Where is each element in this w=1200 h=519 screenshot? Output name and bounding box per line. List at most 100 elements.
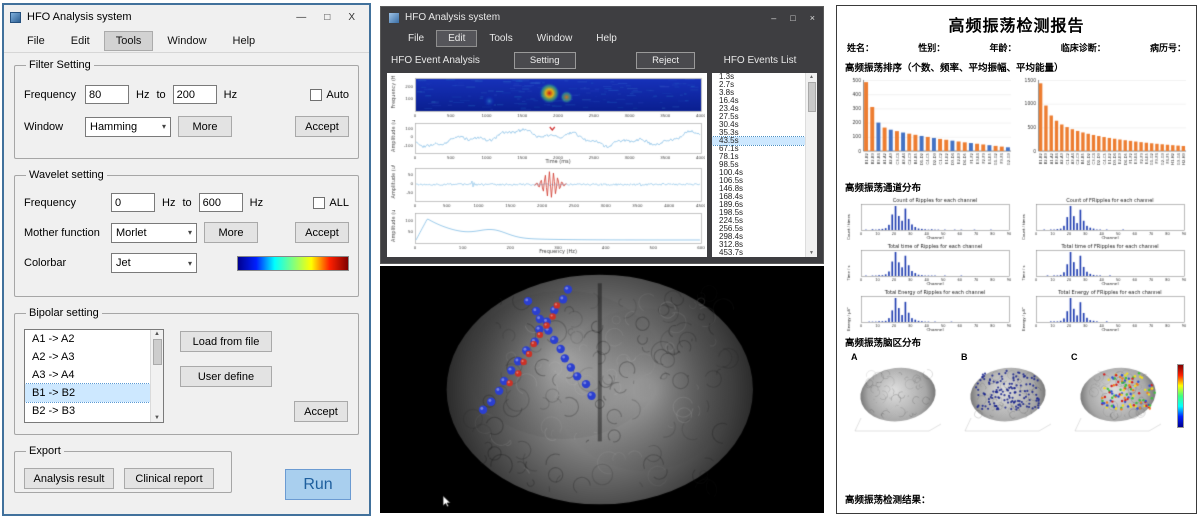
spectrogram-plot: [389, 75, 705, 120]
export-group: Export Analysis result Clinical report: [14, 445, 232, 493]
load-from-file-button[interactable]: Load from file: [180, 331, 272, 352]
viewer-body: 1.3s2.7s3.8s16.4s23.4s27.5s30.4s35.3s43.…: [381, 72, 823, 263]
settings-body: Filter Setting Frequency Hz to Hz Auto W…: [4, 53, 369, 514]
menu-item-window[interactable]: Window: [156, 32, 217, 50]
window-function-value: Hamming: [90, 121, 137, 133]
filter-freq-to-input[interactable]: [173, 85, 217, 104]
hz-label: Hz: [162, 197, 175, 209]
window-function-label: Window: [24, 121, 78, 133]
menu-item-tools[interactable]: Tools: [105, 32, 153, 50]
scrollbar-thumb[interactable]: [153, 339, 162, 365]
wavelet-frequency-label: Frequency: [24, 197, 104, 209]
window-function-dropdown[interactable]: Hamming ▾: [85, 117, 171, 137]
hfo-event-item[interactable]: 453.7s: [712, 249, 805, 257]
events-scrollbar[interactable]: ▲ ▼: [805, 73, 817, 257]
viewer-close-button[interactable]: ×: [810, 13, 815, 23]
bipolar-channel-option[interactable]: B1 -> B2: [25, 384, 150, 402]
viewer-menu-item-file[interactable]: File: [397, 31, 435, 46]
report-title: 高频振荡检测报告: [845, 12, 1188, 36]
viewer-menu-item-window[interactable]: Window: [526, 31, 584, 46]
wavelet-accept-button[interactable]: Accept: [295, 222, 349, 243]
filter-more-button[interactable]: More: [178, 116, 232, 137]
fripple-energy-histogram: [1020, 288, 1188, 332]
frequency-spectrum-plot: [389, 210, 705, 255]
fripple-time-histogram: [1020, 242, 1188, 286]
scroll-down-icon[interactable]: ▼: [809, 250, 814, 256]
user-define-button[interactable]: User define: [180, 366, 272, 387]
fripple-count-histogram: [1020, 196, 1188, 240]
section-ranking-title: 高频振荡排序（个数、频率、平均振幅、平均能量）: [845, 60, 1188, 74]
reject-button[interactable]: Reject: [636, 52, 695, 69]
filter-freq-from-input[interactable]: [85, 85, 129, 104]
bipolar-channel-option[interactable]: B2 -> B3: [25, 402, 150, 420]
checkbox-box-icon: [313, 197, 325, 209]
to-label: to: [182, 197, 191, 209]
scroll-down-icon[interactable]: ▼: [154, 415, 160, 421]
brain-3d-view[interactable]: [380, 266, 824, 513]
maximize-button[interactable]: □: [316, 11, 338, 24]
clinical-report-button[interactable]: Clinical report: [124, 468, 214, 489]
bipolar-setting-label: Bipolar setting: [26, 307, 102, 319]
analysis-result-button[interactable]: Analysis result: [24, 468, 114, 489]
bipolar-channel-option[interactable]: A2 -> A3: [25, 348, 150, 366]
brain-region-c: C: [1067, 352, 1169, 436]
bipolar-setting-group: Bipolar setting A1 -> A2A2 -> A3A3 -> A4…: [14, 307, 359, 435]
run-button[interactable]: Run: [285, 469, 351, 500]
mother-function-dropdown[interactable]: Morlet ▾: [111, 223, 197, 243]
events-list-panel: 1.3s2.7s3.8s16.4s23.4s27.5s30.4s35.3s43.…: [712, 73, 817, 257]
menu-item-file[interactable]: File: [16, 32, 56, 50]
bipolar-channel-list[interactable]: A1 -> A2A2 -> A3A3 -> A4B1 -> B2B2 -> B3…: [24, 329, 164, 423]
scroll-up-icon[interactable]: ▲: [154, 331, 160, 337]
scrollbar-thumb[interactable]: [808, 82, 816, 112]
viewer-menu-item-help[interactable]: Help: [585, 31, 628, 46]
settings-window: HFO Analysis system — □ X FileEditToolsW…: [2, 3, 371, 516]
jet-colorbar-preview: [237, 256, 349, 271]
bipolar-channel-option[interactable]: A3 -> A4: [25, 366, 150, 384]
brain-c-label: C: [1071, 352, 1169, 362]
hfo-events-list[interactable]: 1.3s2.7s3.8s16.4s23.4s27.5s30.4s35.3s43.…: [712, 73, 805, 257]
bipolar-channel-option[interactable]: A1 -> A2: [25, 330, 150, 348]
wavelet-freq-to-input[interactable]: [199, 193, 243, 212]
viewer-maximize-button[interactable]: □: [790, 13, 795, 23]
minimize-button[interactable]: —: [288, 11, 314, 24]
patient-diagnosis-label: 临床诊断：: [1061, 41, 1106, 54]
app-icon: [389, 13, 399, 23]
settings-titlebar: HFO Analysis system — □ X: [4, 5, 369, 29]
event-analysis-label: HFO Event Analysis: [391, 55, 480, 66]
channel-histogram-grid: [845, 196, 1188, 332]
all-checkbox[interactable]: ALL: [313, 197, 349, 209]
viewer-menu-item-edit[interactable]: Edit: [437, 31, 476, 46]
scroll-up-icon[interactable]: ▲: [809, 74, 814, 80]
filter-accept-button[interactable]: Accept: [295, 116, 349, 137]
hfo-report-document: 高频振荡检测报告 姓名： 性别： 年龄： 临床诊断： 病历号： 高频振荡排序（个…: [836, 5, 1197, 514]
section-channel-title: 高频振荡通道分布: [845, 180, 1188, 194]
hz-label: Hz: [136, 89, 149, 101]
viewer-menu-item-tools[interactable]: Tools: [478, 31, 523, 46]
colorbar-value: Jet: [116, 257, 131, 269]
filter-setting-group: Filter Setting Frequency Hz to Hz Auto W…: [14, 59, 359, 159]
viewer-toolbar: HFO Event Analysis Setting Reject HFO Ev…: [381, 48, 823, 72]
patient-gender-label: 性别：: [918, 41, 945, 54]
brain-3d-panel: [380, 266, 824, 513]
viewer-minimize-button[interactable]: –: [771, 13, 776, 23]
wavelet-setting-label: Wavelet setting: [26, 169, 107, 181]
ripple-energy-histogram: [845, 288, 1013, 332]
setting-button[interactable]: Setting: [514, 52, 576, 69]
auto-checkbox[interactable]: Auto: [310, 89, 349, 101]
menu-item-help[interactable]: Help: [222, 32, 267, 50]
colorbar-dropdown[interactable]: Jet ▾: [111, 253, 197, 273]
jet-colorbar-vertical: [1177, 364, 1184, 428]
bipolar-scrollbar[interactable]: ▲▼: [150, 330, 163, 422]
filtered-signal-plot: [389, 120, 705, 165]
brain-region-b: B: [957, 352, 1059, 436]
ranking-bar-chart-right: [1020, 75, 1188, 177]
screenshot-root: HFO Analysis system — □ X FileEditToolsW…: [0, 0, 1200, 519]
bipolar-accept-button[interactable]: Accept: [294, 401, 348, 422]
close-button[interactable]: X: [340, 11, 363, 24]
wavelet-more-button[interactable]: More: [204, 222, 258, 243]
menu-item-edit[interactable]: Edit: [60, 32, 101, 50]
wavelet-freq-from-input[interactable]: [111, 193, 155, 212]
brain-a-label: A: [851, 352, 949, 362]
hz-label: Hz: [224, 89, 237, 101]
hfo-burst-plot: [389, 165, 705, 210]
